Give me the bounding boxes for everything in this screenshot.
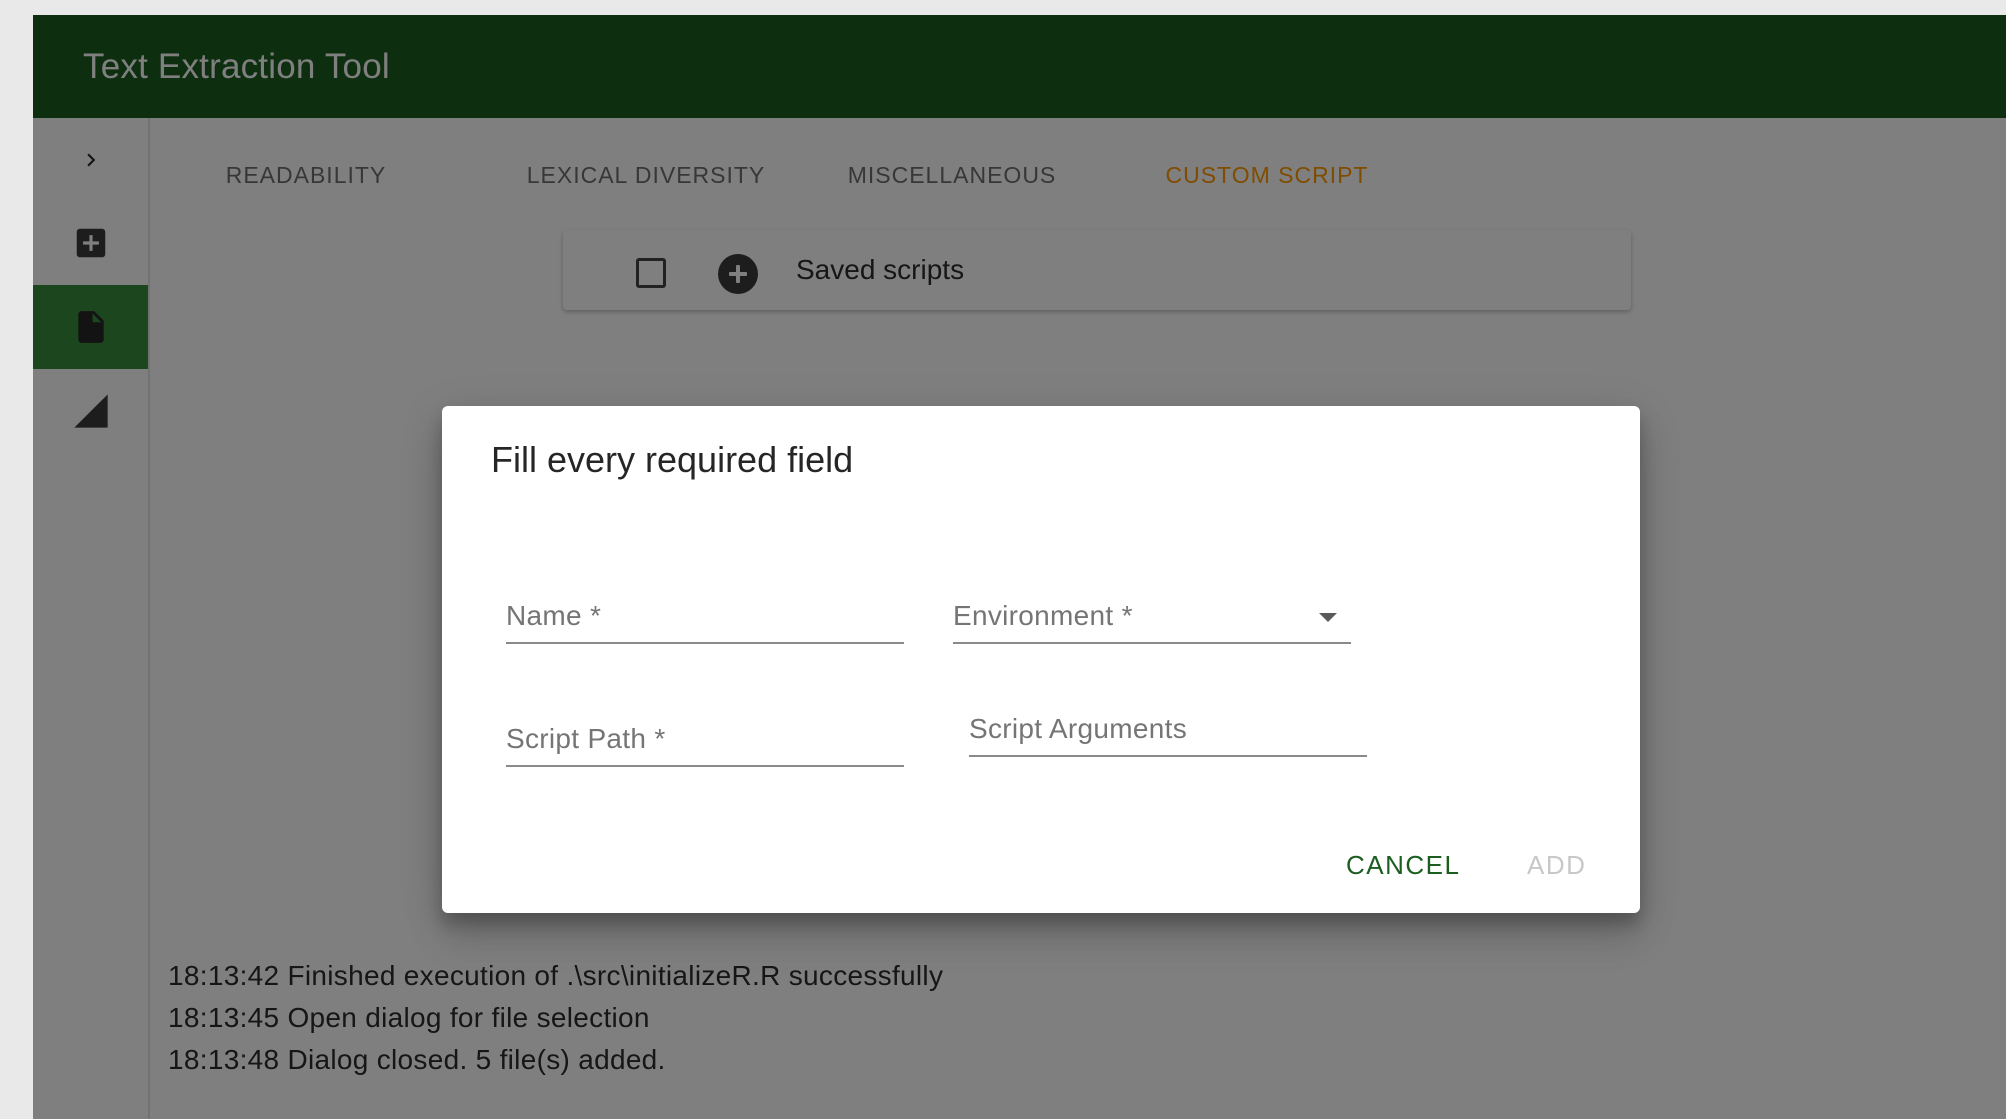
script-path-input[interactable] bbox=[506, 725, 904, 761]
environment-field-label: Environment * bbox=[953, 600, 1133, 631]
dialog-title: Fill every required field bbox=[491, 439, 854, 480]
name-field[interactable]: Name * bbox=[506, 578, 904, 644]
script-arguments-input[interactable] bbox=[969, 715, 1367, 751]
add-button[interactable]: ADD bbox=[1527, 850, 1586, 881]
dropdown-arrow-icon[interactable] bbox=[1319, 613, 1337, 622]
environment-select[interactable]: Environment * bbox=[953, 578, 1351, 644]
script-path-field[interactable]: Script Path * bbox=[506, 701, 904, 767]
script-arguments-field[interactable]: Script Arguments bbox=[969, 691, 1367, 757]
add-script-dialog: Fill every required field Name * Environ… bbox=[442, 406, 1640, 913]
name-input[interactable] bbox=[506, 602, 904, 638]
cancel-button[interactable]: CANCEL bbox=[1346, 850, 1460, 881]
